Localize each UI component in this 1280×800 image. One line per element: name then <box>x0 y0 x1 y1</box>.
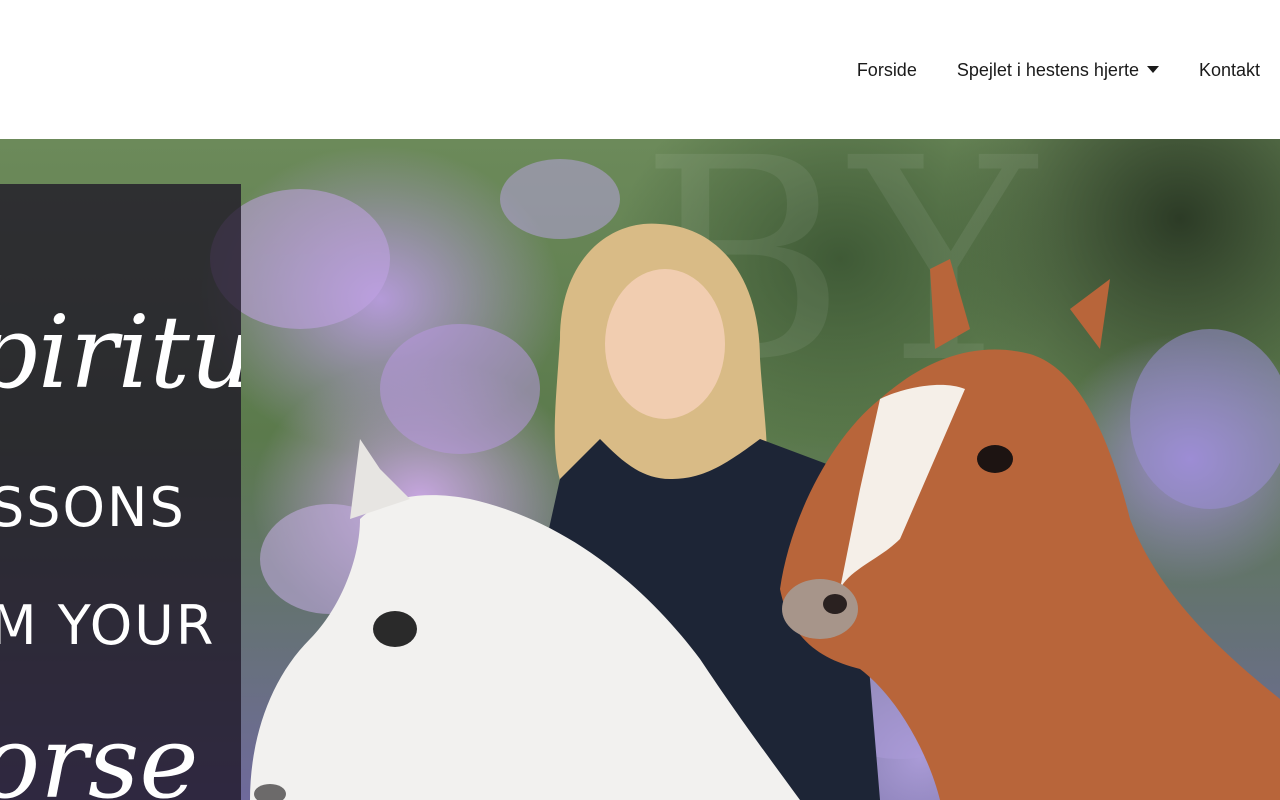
nav-item-label: Kontakt <box>1198 59 1260 80</box>
overlay-line-from-your: M YOUR <box>0 594 216 657</box>
site-header: Forside Spejlet i hestens hjerte Kontakt <box>0 0 1280 139</box>
nav-item-label: Forside <box>856 59 917 80</box>
nav-item-forside[interactable]: Forside <box>857 60 917 81</box>
nav-item-label: Spejlet i hestens hjerte <box>956 59 1139 80</box>
nav-item-kontakt[interactable]: Kontakt <box>1199 60 1260 81</box>
main-nav: Forside Spejlet i hestens hjerte Kontakt <box>857 58 1260 82</box>
hero-banner: BY piritual SSONS M YOUR orse <box>0 139 1280 800</box>
nav-item-spejlet[interactable]: Spejlet i hestens hjerte <box>957 60 1159 81</box>
overlay-line-spiritual: piritual <box>0 294 241 411</box>
text-overlay-panel: piritual SSONS M YOUR orse <box>0 184 241 800</box>
overlay-line-lessons: SSONS <box>0 476 186 539</box>
overlay-line-horse: orse <box>0 704 199 800</box>
caret-down-icon[interactable] <box>1146 66 1159 74</box>
